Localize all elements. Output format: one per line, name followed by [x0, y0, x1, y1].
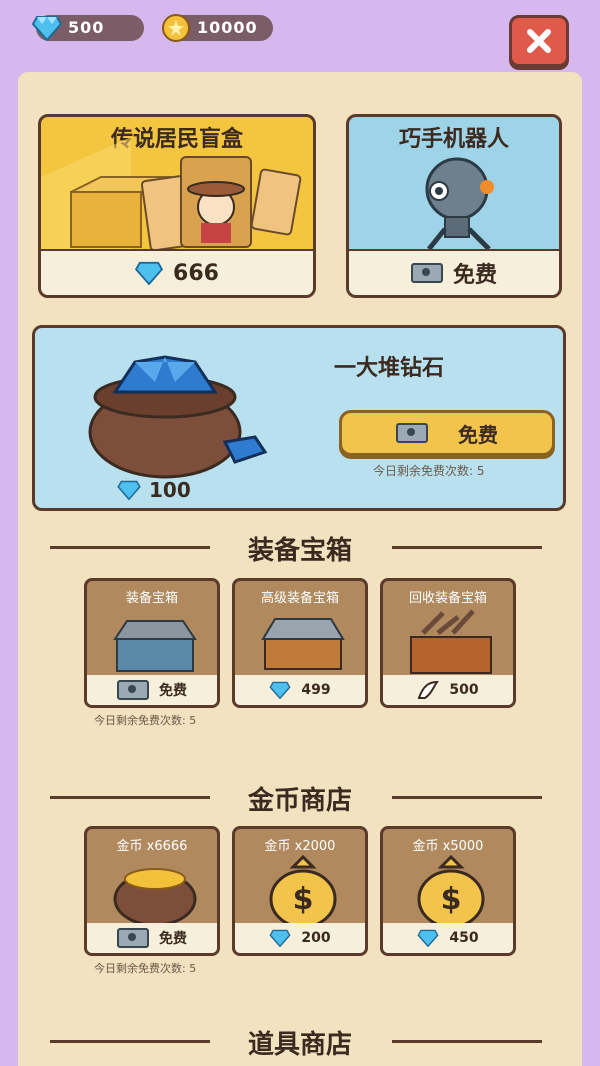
item-price: 免费: [87, 923, 217, 953]
item-price: 450: [383, 923, 513, 953]
item-price: 200: [235, 923, 365, 953]
skilled-robot-card[interactable]: 巧手机器人 免费: [346, 114, 562, 298]
diamond-counter: 500: [32, 15, 144, 41]
coin-icon: [159, 11, 193, 45]
chest-illustration: [113, 620, 197, 672]
advanced-equipment-chest-card[interactable]: 高级装备宝箱 499: [232, 578, 368, 708]
ticket-icon: [396, 423, 428, 443]
coin-free-count-note: 今日剩余免费次数: 5: [94, 962, 197, 975]
chest-illustration: [261, 618, 345, 670]
diamond-pile-card: 一大堆钻石 100 免费 今日剩余免费次数: 5: [32, 325, 566, 511]
robot-price: 免费: [349, 249, 559, 295]
section-divider-right: [392, 546, 542, 549]
robot-illustration: [425, 157, 494, 251]
free-claim-button[interactable]: 免费: [339, 410, 555, 456]
diamond-icon: [269, 681, 291, 699]
equipment-free-count-note: 今日剩余免费次数: 5: [94, 714, 197, 727]
diamond-icon: [117, 480, 141, 500]
coin-counter: 10000: [162, 14, 273, 42]
diamond-icon: [135, 261, 164, 285]
close-icon: [527, 29, 551, 53]
diamond-pile-title: 一大堆钻石: [333, 356, 444, 381]
money-bag-icon: $: [417, 854, 485, 929]
equipment-chest-card[interactable]: 装备宝箱 免费: [84, 578, 220, 708]
coin-2000-card[interactable]: 金币 x2000 $ 200: [232, 826, 368, 956]
ticket-icon: [117, 928, 149, 948]
diamond-pile-amount: 100: [117, 478, 191, 502]
diamond-icon: [417, 929, 439, 947]
ticket-icon: [117, 680, 149, 700]
coin-6666-card[interactable]: 金币 x6666 免费: [84, 826, 220, 956]
svg-text:$: $: [293, 882, 314, 917]
item-price: 500: [383, 675, 513, 705]
coin-5000-card[interactable]: 金币 x5000 $ 450: [380, 826, 516, 956]
money-bag-icon: $: [269, 854, 337, 929]
item-price: 免费: [87, 675, 217, 705]
free-count-note: 今日剩余免费次数: 5: [373, 464, 485, 478]
legend-box-price: 666: [41, 249, 313, 295]
blind-box-illustration: [41, 137, 302, 257]
item-price: 499: [235, 675, 365, 705]
wing-icon: [417, 680, 440, 699]
legend-blind-box-card[interactable]: 传说居民盲盒 666: [38, 114, 316, 298]
ticket-icon: [410, 263, 443, 283]
svg-text:$: $: [441, 882, 462, 917]
diamond-icon: [269, 929, 291, 947]
diamond-icon: [30, 11, 64, 45]
chest-illustration: [410, 609, 492, 674]
coin-bag-icon: [113, 868, 197, 927]
section-divider-right: [392, 796, 542, 799]
section-divider-right: [392, 1040, 542, 1043]
close-button[interactable]: [509, 15, 569, 67]
recycle-equipment-chest-card[interactable]: 回收装备宝箱 500: [380, 578, 516, 708]
